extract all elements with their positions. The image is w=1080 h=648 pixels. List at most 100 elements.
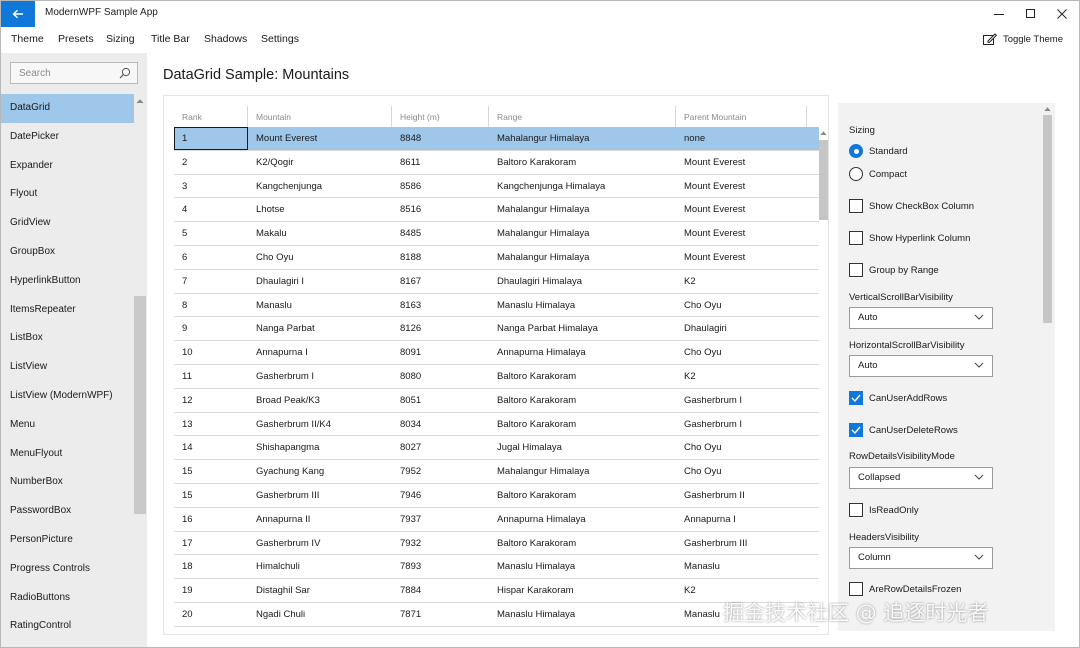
cell-parent-mountain[interactable]: Cho Oyu [676,294,722,317]
cell-mountain[interactable]: Ngadi Chuli [248,603,305,626]
cell-mountain[interactable]: Cho Oyu [248,246,294,269]
cell-range[interactable]: Mahalangur Himalaya [489,198,589,221]
minimize-button[interactable] [981,1,1017,27]
table-row[interactable]: 17 Gasherbrum IV 7932 Baltoro Karakoram Gash… [174,532,819,556]
table-row[interactable]: 9 Nanga Parbat 8126 Nanga Parbat Himalaya Dh… [174,317,819,342]
cell-range[interactable]: Baltoro Karakoram [489,484,576,507]
sidebar-item-menuflyout[interactable]: MenuFlyout [1,440,134,469]
cell-height[interactable]: 7946 [392,484,421,507]
sidebar-item-progress-controls[interactable]: Progress Controls [1,555,134,584]
cell-range[interactable]: Baltoro Karakoram [489,151,576,174]
cell-rank[interactable]: 14 [174,436,248,459]
cell-rank[interactable]: 6 [174,246,248,269]
sidebar-item-listview-modernwpf[interactable]: ListView (ModernWPF) [1,382,134,411]
search-input[interactable]: Search [10,62,138,84]
cell-height[interactable]: 8126 [392,317,421,340]
cell-height[interactable]: 8034 [392,413,421,436]
cell-rank[interactable]: 9 [174,317,248,340]
cell-height[interactable]: 8611 [392,151,420,174]
cell-range[interactable]: Baltoro Karakoram [489,365,576,388]
cell-parent-mountain[interactable]: K2 [676,579,696,602]
cell-mountain[interactable]: K2/Qogir [248,151,294,174]
cell-parent-mountain[interactable]: Gasherbrum III [676,532,747,555]
table-row[interactable]: 11 Gasherbrum I 8080 Baltoro Karakoram K2 [174,365,819,389]
cell-parent-mountain[interactable]: Gasherbrum I [676,389,742,412]
cell-rank[interactable]: 5 [174,222,248,245]
group-by-range-checkbox[interactable]: Group by Range [849,263,939,277]
sidebar-item-datepicker[interactable]: DatePicker [1,123,134,152]
table-row[interactable]: 16 Annapurna II 7937 Annapurna Himalaya Anna… [174,508,819,532]
sidebar-item-expander[interactable]: Expander [1,152,134,181]
headers-visibility-combo[interactable]: Column [849,547,993,569]
cell-range[interactable]: Manaslu Himalaya [489,603,575,626]
cell-mountain[interactable]: Kangchenjunga [248,175,322,198]
cell-mountain[interactable]: Gasherbrum IV [248,532,320,555]
cell-rank[interactable]: 15 [174,460,248,483]
cell-rank[interactable]: 8 [174,294,248,317]
cell-height[interactable]: 8586 [392,175,421,198]
cell-height[interactable]: 8163 [392,294,421,317]
cell-parent-mountain[interactable]: Gasherbrum II [676,484,745,507]
cell-height[interactable]: 8027 [392,436,421,459]
cell-mountain[interactable]: Gasherbrum II/K4 [248,413,331,436]
table-row[interactable]: 8 Manaslu 8163 Manaslu Himalaya Cho Oyu [174,294,819,318]
show-checkbox-column-checkbox[interactable]: Show CheckBox Column [849,199,974,213]
cell-height[interactable]: 7952 [392,460,421,483]
cell-mountain[interactable]: Broad Peak/K3 [248,389,320,412]
cell-range[interactable]: Baltoro Karakoram [489,413,576,436]
cell-height[interactable]: 8167 [392,270,421,293]
cell-range[interactable]: Jugal Himalaya [489,436,562,459]
sidebar-item-itemsrepeater[interactable]: ItemsRepeater [1,296,134,325]
cell-range[interactable]: Mahalangur Himalaya [489,246,589,269]
cell-range[interactable]: Mahalangur Himalaya [489,127,589,150]
cell-mountain[interactable]: Mount Everest [248,127,317,150]
menu-settings[interactable]: Settings [261,33,299,45]
is-read-only-checkbox[interactable]: IsReadOnly [849,503,919,517]
cell-range[interactable]: Baltoro Karakoram [489,532,576,555]
cell-rank[interactable]: 18 [174,555,248,578]
table-row[interactable]: 15 Gyachung Kang 7952 Mahalangur Himalaya Ch… [174,460,819,484]
cell-mountain[interactable]: Dhaulagiri I [248,270,304,293]
menu-title-bar[interactable]: Title Bar [151,33,190,45]
cell-height[interactable]: 8188 [392,246,421,269]
row-details-visibility-combo[interactable]: Collapsed [849,467,993,489]
sidebar-item-gridview[interactable]: GridView [1,209,134,238]
table-row[interactable]: 18 Himalchuli 7893 Manaslu Himalaya Manaslu [174,555,819,580]
cell-rank[interactable]: 12 [174,389,248,412]
cell-rank[interactable]: 20 [174,603,248,626]
cell-mountain[interactable]: Gasherbrum I [248,365,314,388]
cell-rank[interactable]: 17 [174,532,248,555]
cell-parent-mountain[interactable]: K2 [676,270,696,293]
cell-height[interactable]: 8051 [392,389,421,412]
back-button[interactable] [1,1,35,27]
cell-parent-mountain[interactable]: Manaslu [676,603,720,626]
sidebar-item-personpicture[interactable]: PersonPicture [1,526,134,555]
cell-rank[interactable]: 1 [174,127,248,150]
column-header-range[interactable]: Range [489,106,676,128]
scroll-up-icon[interactable] [819,129,828,137]
table-row[interactable]: 6 Cho Oyu 8188 Mahalangur Himalaya Mount Eve… [174,246,819,270]
cell-range[interactable]: Mahalangur Himalaya [489,460,589,483]
cell-range[interactable]: Kangchenjunga Himalaya [489,175,605,198]
scroll-up-icon[interactable] [1041,105,1054,113]
sidebar-item-datagrid[interactable]: DataGrid [1,94,134,123]
cell-range[interactable]: Annapurna Himalaya [489,341,586,364]
grid-scroll-thumb[interactable] [819,140,828,220]
sidebar-item-ratingcontrol[interactable]: RatingControl [1,612,134,641]
table-row[interactable]: 13 Gasherbrum II/K4 8034 Baltoro Karakoram G… [174,413,819,437]
table-row[interactable]: 12 Broad Peak/K3 8051 Baltoro Karakoram Gash… [174,389,819,413]
cell-range[interactable]: Hispar Karakoram [489,579,574,602]
menu-presets[interactable]: Presets [58,33,94,45]
sizing-compact-radio[interactable]: Compact [849,167,907,181]
hscroll-visibility-combo[interactable]: Auto [849,355,993,377]
cell-parent-mountain[interactable]: none [676,127,705,150]
show-hyperlink-column-checkbox[interactable]: Show Hyperlink Column [849,231,970,245]
cell-height[interactable]: 8848 [392,127,421,150]
sidebar-item-hyperlinkbutton[interactable]: HyperlinkButton [1,267,134,296]
table-row[interactable]: 1 Mount Everest 8848 Mahalangur Himalaya non… [174,127,819,151]
cell-rank[interactable]: 10 [174,341,248,364]
cell-parent-mountain[interactable]: K2 [676,365,696,388]
sidebar-scrollbar[interactable] [134,94,146,647]
cell-height[interactable]: 8080 [392,365,421,388]
cell-mountain[interactable]: Gyachung Kang [248,460,324,483]
